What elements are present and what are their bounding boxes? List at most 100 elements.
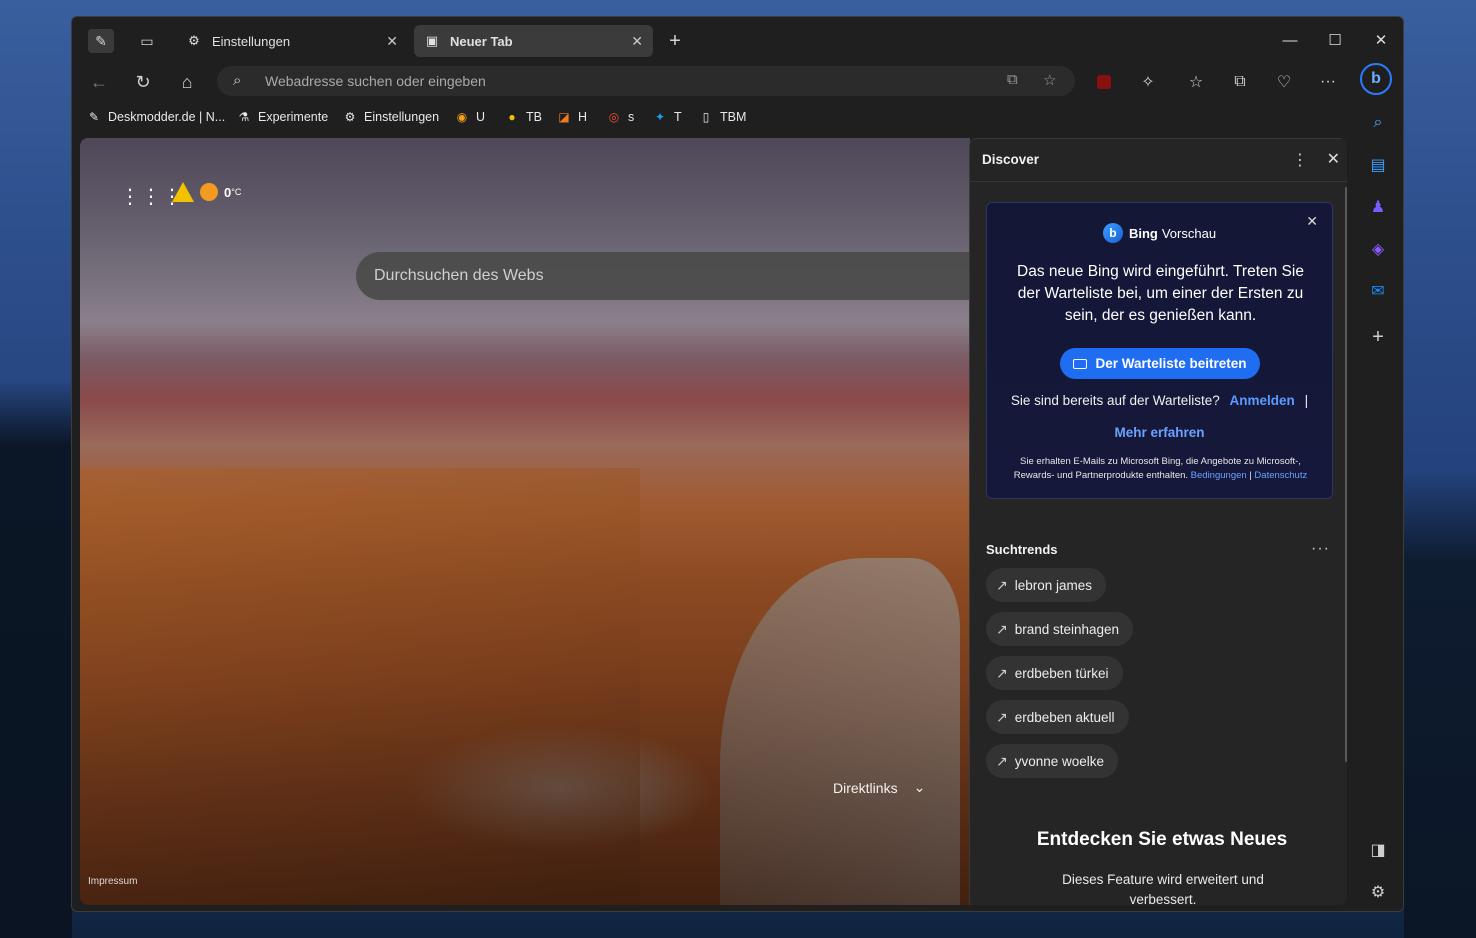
- search-icon: ⌕: [233, 72, 242, 89]
- ublock-icon[interactable]: [1090, 69, 1118, 95]
- tab-actions-icon[interactable]: ▭: [134, 29, 160, 53]
- trends-title: Suchtrends: [986, 542, 1058, 557]
- new-tab-plus-icon[interactable]: +: [662, 29, 688, 53]
- browser-window: ✎ ▭ ⚙ Einstellungen ✕ ▣ Neuer Tab ✕ + — …: [71, 16, 1404, 912]
- close-window-icon[interactable]: ✕: [1366, 29, 1396, 51]
- trend-up-icon: ↗: [996, 708, 1008, 725]
- bookmark-tb[interactable]: ● TB: [504, 108, 542, 126]
- brand-suffix: Vorschau: [1161, 225, 1217, 241]
- bookmark-einstellungen[interactable]: ⚙ Einstellungen: [342, 108, 439, 126]
- trend-up-icon: ↗: [996, 664, 1008, 681]
- discover-title: Discover: [982, 152, 1040, 167]
- office-icon[interactable]: ◈: [1364, 235, 1392, 263]
- refresh-icon[interactable]: ↻: [129, 69, 157, 95]
- outlook-icon[interactable]: ✉: [1364, 277, 1392, 305]
- search-placeholder: Durchsuchen des Webs: [374, 267, 544, 284]
- trend-label: lebron james: [1014, 577, 1093, 593]
- tools-icon[interactable]: ▤: [1364, 151, 1392, 179]
- trends-more-icon[interactable]: ···: [1311, 540, 1330, 558]
- learn-more-link[interactable]: Mehr erfahren: [987, 425, 1332, 440]
- gear-icon: ⚙: [188, 33, 200, 48]
- scrollbar[interactable]: [1345, 187, 1347, 762]
- canyon-wall: [80, 468, 640, 905]
- more-menu-icon[interactable]: ···: [1314, 69, 1342, 95]
- tab-einstellungen[interactable]: ⚙ Einstellungen ✕: [176, 25, 408, 57]
- trend-label: brand steinhagen: [1014, 621, 1120, 637]
- river: [720, 558, 960, 905]
- trend-up-icon: ↗: [996, 576, 1008, 593]
- bing-chat-icon[interactable]: b: [1360, 63, 1392, 95]
- minimize-icon[interactable]: —: [1275, 29, 1305, 51]
- hide-sidebar-icon[interactable]: ◨: [1364, 836, 1392, 864]
- close-tab-icon[interactable]: ✕: [386, 33, 398, 50]
- profile-pen-icon[interactable]: ✎: [88, 29, 114, 53]
- terms-link[interactable]: Bedingungen: [1191, 470, 1247, 481]
- bing-logo-icon: b: [1102, 223, 1123, 243]
- desktop-trees-left: [0, 380, 72, 938]
- signin-link[interactable]: Anmelden: [1230, 393, 1295, 408]
- bookmark-u[interactable]: ◉ U: [454, 108, 485, 126]
- collections-icon[interactable]: ⧉: [1226, 69, 1254, 95]
- tab-label: Neuer Tab: [450, 33, 513, 49]
- trend-label: erdbeben aktuell: [1014, 709, 1115, 725]
- gear-icon: ⚙: [344, 110, 356, 124]
- bookmark-label: U: [476, 110, 486, 124]
- new-tab-page: ⋮⋮⋮ 0 °C Durchsuchen des Webs Direktlinks…: [80, 138, 1347, 905]
- separator: |: [1304, 393, 1309, 408]
- add-favorite-icon[interactable]: ☆: [1043, 71, 1056, 89]
- bookmark-tbm[interactable]: ▯ TBM: [698, 108, 747, 126]
- tab-neuer-tab[interactable]: ▣ Neuer Tab ✕: [414, 25, 653, 57]
- bookmark-h[interactable]: ◪ H: [556, 108, 587, 126]
- address-placeholder: Webadresse suchen oder eingeben: [265, 73, 486, 89]
- join-button-label: Der Warteliste beitreten: [1095, 356, 1247, 371]
- bookmark-label: H: [578, 110, 588, 124]
- quicklinks-toggle[interactable]: Direktlinks ⌄: [833, 779, 925, 796]
- trend-item[interactable]: ↗ lebron james: [986, 568, 1107, 602]
- web-search-input[interactable]: Durchsuchen des Webs: [356, 252, 996, 300]
- browser-essentials-icon[interactable]: ♡: [1270, 69, 1298, 95]
- bookmark-t[interactable]: ✦ T: [652, 108, 682, 126]
- bing-brand: b Bing Vorschau: [987, 223, 1332, 243]
- search-icon[interactable]: ⌕: [1364, 109, 1392, 137]
- bing-preview-card: ✕ b Bing Vorschau Das neue Bing wird ein…: [986, 202, 1333, 499]
- add-sidebar-app-icon[interactable]: +: [1364, 323, 1392, 351]
- bookmark-deskmodder[interactable]: ✎ Deskmodder.de | N...: [86, 108, 225, 126]
- toolbar: ← ↻ ⌂ ⌕ Webadresse suchen oder eingeben …: [72, 63, 1403, 99]
- impressum-link[interactable]: Impressum: [88, 876, 137, 887]
- trend-up-icon: ↗: [996, 620, 1008, 637]
- bookmark-s[interactable]: ◎ s: [606, 108, 635, 126]
- quicklinks-label: Direktlinks: [833, 779, 898, 796]
- tab-label: Einstellungen: [212, 33, 291, 49]
- bookmark-experimente[interactable]: ⚗ Experimente: [236, 108, 329, 126]
- join-waitlist-button[interactable]: Der Warteliste beitreten: [1060, 348, 1260, 379]
- favorites-icon[interactable]: ☆: [1182, 69, 1210, 95]
- trend-item[interactable]: ↗ brand steinhagen: [986, 612, 1134, 646]
- close-icon[interactable]: ✕: [1327, 149, 1340, 169]
- extensions-icon[interactable]: ✧: [1134, 69, 1162, 95]
- more-options-icon[interactable]: ⋮: [1292, 150, 1308, 170]
- privacy-link[interactable]: Datenschutz: [1254, 470, 1307, 481]
- twitter-icon: ✦: [654, 110, 666, 124]
- page-icon: ▯: [702, 110, 710, 124]
- maximize-icon[interactable]: ☐: [1320, 29, 1350, 51]
- trend-item[interactable]: ↗ erdbeben aktuell: [986, 700, 1129, 734]
- back-icon[interactable]: ←: [85, 69, 113, 95]
- trend-item[interactable]: ↗ erdbeben türkei: [986, 656, 1123, 690]
- reader-view-icon[interactable]: ⧉: [1007, 71, 1018, 88]
- games-icon[interactable]: ♟: [1364, 193, 1392, 221]
- discover-new-title: Entdecken Sie etwas Neues: [1036, 829, 1288, 850]
- home-icon[interactable]: ⌂: [173, 69, 201, 95]
- close-tab-icon[interactable]: ✕: [631, 33, 643, 50]
- temperature-value: 0: [224, 184, 232, 200]
- brand-name: Bing: [1128, 225, 1158, 241]
- discover-header: Discover ⋮ ✕: [970, 139, 1347, 182]
- weather-widget[interactable]: 0 °C: [172, 182, 241, 202]
- already-text: Sie sind bereits auf der Warteliste?: [1010, 393, 1220, 408]
- ubuntu-icon: ◉: [456, 110, 468, 124]
- warning-icon: [172, 182, 194, 202]
- address-bar[interactable]: ⌕ Webadresse suchen oder eingeben ⧉ ☆: [217, 66, 1075, 96]
- trend-item[interactable]: ↗ yvonne woelke: [986, 744, 1119, 778]
- newtab-icon: ▣: [425, 33, 439, 48]
- sidebar-settings-icon[interactable]: ⚙: [1364, 878, 1392, 906]
- s-icon: ◎: [608, 110, 620, 124]
